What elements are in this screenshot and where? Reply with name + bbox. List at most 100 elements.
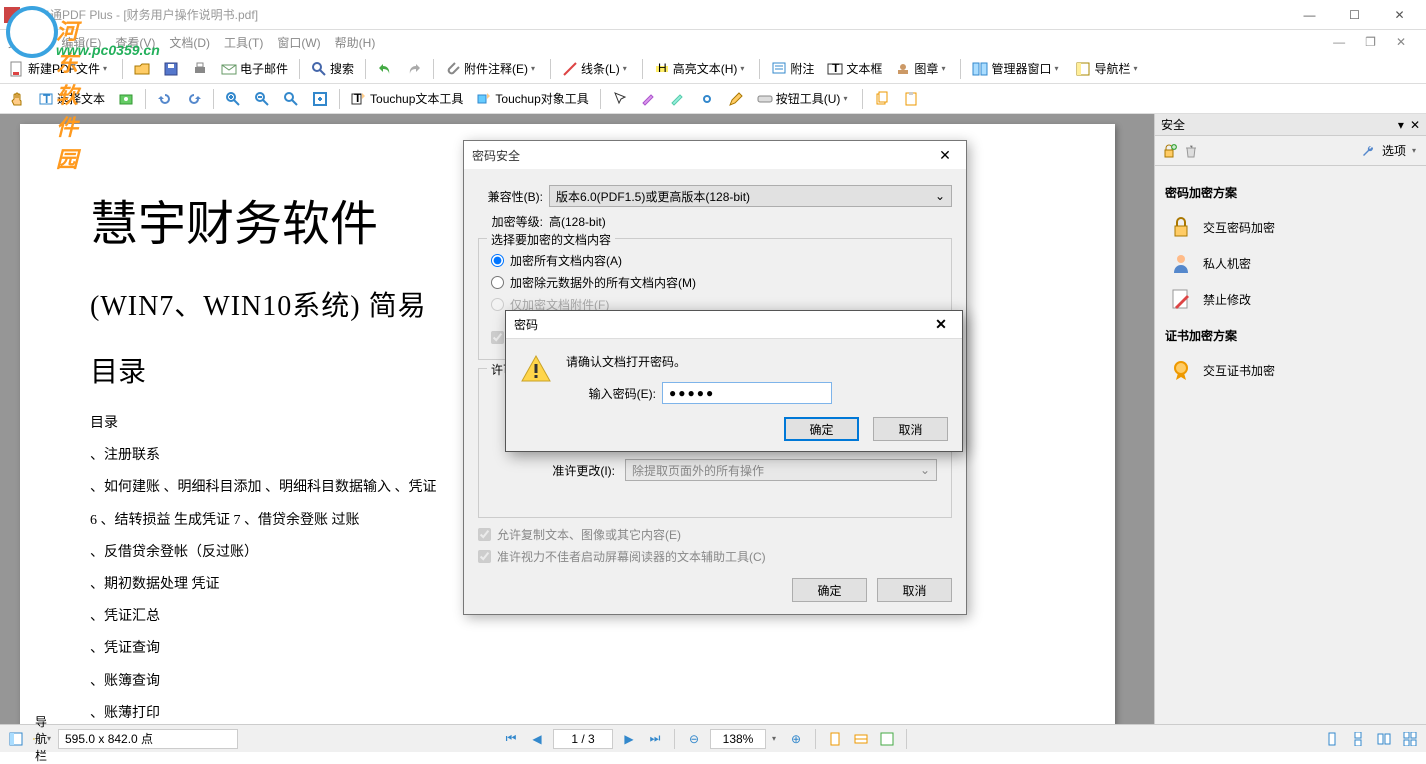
layout-facing-button[interactable] (1374, 729, 1394, 749)
password-input-label: 输入密码(E): (566, 385, 656, 402)
line-button[interactable]: 线条(L)▾ (557, 57, 636, 81)
doc-close[interactable]: ✕ (1396, 35, 1406, 49)
sidebar-close-icon[interactable]: ✕ (1410, 118, 1420, 132)
zoom-out-tool[interactable] (249, 87, 275, 111)
perm-change-combo[interactable]: 除提取页面外的所有操作⌄ (625, 459, 937, 481)
delete-security-icon[interactable] (1183, 143, 1199, 159)
options-button[interactable]: 选项 (1382, 142, 1406, 159)
app-icon (4, 7, 20, 23)
fit-page-button[interactable] (825, 729, 845, 749)
highlight-button[interactable]: H高亮文本(H)▾ (649, 57, 754, 81)
svg-text:T: T (354, 91, 362, 105)
zoom-marquee-tool[interactable] (278, 87, 304, 111)
menu-doc[interactable]: 文档(D) (169, 34, 210, 51)
svg-text:H: H (658, 61, 667, 75)
scheme-interactive-password[interactable]: 交互密码加密 (1165, 209, 1416, 245)
layout-continuous-facing-button[interactable] (1400, 729, 1420, 749)
menu-tools[interactable]: 工具(T) (224, 34, 263, 51)
new-pdf-button[interactable]: 新建PDF文件▾ (4, 57, 116, 81)
layout-continuous-button[interactable] (1348, 729, 1368, 749)
check-screenreader[interactable]: 准许视力不佳者启动屏幕阅读器的文本辅助工具(C) (478, 548, 952, 565)
scheme-interactive-cert[interactable]: 交互证书加密 (1165, 352, 1416, 388)
status-nav-toggle[interactable]: 导航栏▾ (32, 729, 52, 749)
scheme-private[interactable]: 私人机密 (1165, 245, 1416, 281)
toc-item: 、凭证查询 (90, 633, 1045, 665)
print-button[interactable] (187, 57, 213, 81)
zoom-in-button[interactable]: ⊕ (786, 729, 806, 749)
password-ok-button[interactable]: 确定 (784, 417, 859, 441)
toc-item: 、账簿查询 (90, 666, 1045, 698)
doc-restore[interactable]: ❐ (1365, 35, 1376, 49)
textbox-button[interactable]: T文本框 (822, 57, 887, 81)
menu-file[interactable]: 文件(F) (8, 34, 47, 51)
save-button[interactable] (158, 57, 184, 81)
password-cancel-button[interactable]: 取消 (873, 417, 948, 441)
sidebar-dropdown-icon[interactable]: ▾ (1398, 118, 1404, 132)
pencil-tool[interactable] (723, 87, 749, 111)
status-panel-icon[interactable] (6, 729, 26, 749)
snapshot-tool[interactable] (113, 87, 139, 111)
page-number-input[interactable] (553, 729, 613, 749)
hand-tool[interactable] (4, 87, 30, 111)
zoom-out-button[interactable]: ⊖ (684, 729, 704, 749)
first-page-button[interactable]: ⏮ (501, 729, 521, 749)
check-copy[interactable]: 允许复制文本、图像或其它内容(E) (478, 526, 952, 543)
zoom-fit-tool[interactable] (307, 87, 333, 111)
scheme-no-modify[interactable]: 禁止修改 (1165, 281, 1416, 317)
rotate-ccw[interactable] (152, 87, 178, 111)
next-page-button[interactable]: ▶ (619, 729, 639, 749)
prev-page-button[interactable]: ◀ (527, 729, 547, 749)
compat-combobox[interactable]: 版本6.0(PDF1.5)或更高版本(128-bit)⌄ (549, 185, 952, 207)
stamp-button[interactable]: 图章▾ (890, 57, 954, 81)
password-message: 请确认文档打开密码。 (566, 353, 948, 370)
radio-all[interactable]: 加密所有文档内容(A) (491, 252, 939, 269)
enc-level-value: 高(128-bit) (549, 213, 606, 230)
close-button[interactable]: ✕ (1377, 1, 1422, 29)
password-input[interactable] (662, 382, 832, 404)
fit-visible-button[interactable] (877, 729, 897, 749)
attach-button[interactable]: 附件注释(E)▾ (440, 57, 544, 81)
menu-edit[interactable]: 编辑(E) (61, 34, 101, 51)
arrow-tool[interactable] (607, 87, 633, 111)
edit-tool-1[interactable] (636, 87, 662, 111)
dialog-close-button[interactable]: ✕ (932, 145, 958, 165)
navbar-button[interactable]: 导航栏▾ (1070, 57, 1146, 81)
paste-button[interactable] (898, 87, 924, 111)
touchup-text-tool[interactable]: TTouchup文本工具 (346, 87, 468, 111)
rotate-cw[interactable] (181, 87, 207, 111)
touchup-object-tool[interactable]: Touchup对象工具 (471, 87, 593, 111)
last-page-button[interactable]: ⏭ (645, 729, 665, 749)
fit-width-button[interactable] (851, 729, 871, 749)
link-tool[interactable] (694, 87, 720, 111)
security-cancel-button[interactable]: 取消 (877, 578, 952, 602)
select-text-tool[interactable]: T选择文本 (33, 87, 110, 111)
note-button[interactable]: 附注 (766, 57, 819, 81)
email-button[interactable]: 电子邮件 (216, 57, 293, 81)
password-dialog-close[interactable]: ✕ (928, 315, 954, 335)
doc-minimize[interactable]: — (1333, 35, 1345, 49)
zoom-in-tool[interactable] (220, 87, 246, 111)
copy-button[interactable] (869, 87, 895, 111)
maximize-button[interactable]: ☐ (1332, 1, 1377, 29)
undo-button[interactable] (372, 57, 398, 81)
edit-tool-2[interactable] (665, 87, 691, 111)
security-ok-button[interactable]: 确定 (792, 578, 867, 602)
statusbar: 导航栏▾ 595.0 x 842.0 点 ⏮ ◀ ▶ ⏭ ⊖ ▾ ⊕ (0, 724, 1426, 752)
search-button[interactable]: 搜索 (306, 57, 359, 81)
radio-except-metadata[interactable]: 加密除元数据外的所有文档内容(M) (491, 274, 939, 291)
menubar: 文件(F) 编辑(E) 查看(V) 文档(D) 工具(T) 窗口(W) 帮助(H… (0, 30, 1426, 54)
add-security-icon[interactable] (1161, 143, 1177, 159)
security-sidebar: 安全 ▾ ✕ 选项▾ 密码加密方案 交互密码加密 私人机密 禁止修改 (1154, 114, 1426, 724)
zoom-input[interactable] (710, 729, 766, 749)
button-tool[interactable]: 按钮工具(U)▾ (752, 87, 857, 111)
open-button[interactable] (129, 57, 155, 81)
menu-view[interactable]: 查看(V) (115, 34, 155, 51)
menu-window[interactable]: 窗口(W) (277, 34, 320, 51)
menu-help[interactable]: 帮助(H) (335, 34, 376, 51)
minimize-button[interactable]: — (1287, 1, 1332, 29)
password-dialog-title: 密码 (514, 316, 928, 333)
manager-window-button[interactable]: 管理器窗口▾ (967, 57, 1067, 81)
sidebar-title: 安全 ▾ ✕ (1155, 114, 1426, 136)
layout-single-button[interactable] (1322, 729, 1342, 749)
redo-button[interactable] (401, 57, 427, 81)
